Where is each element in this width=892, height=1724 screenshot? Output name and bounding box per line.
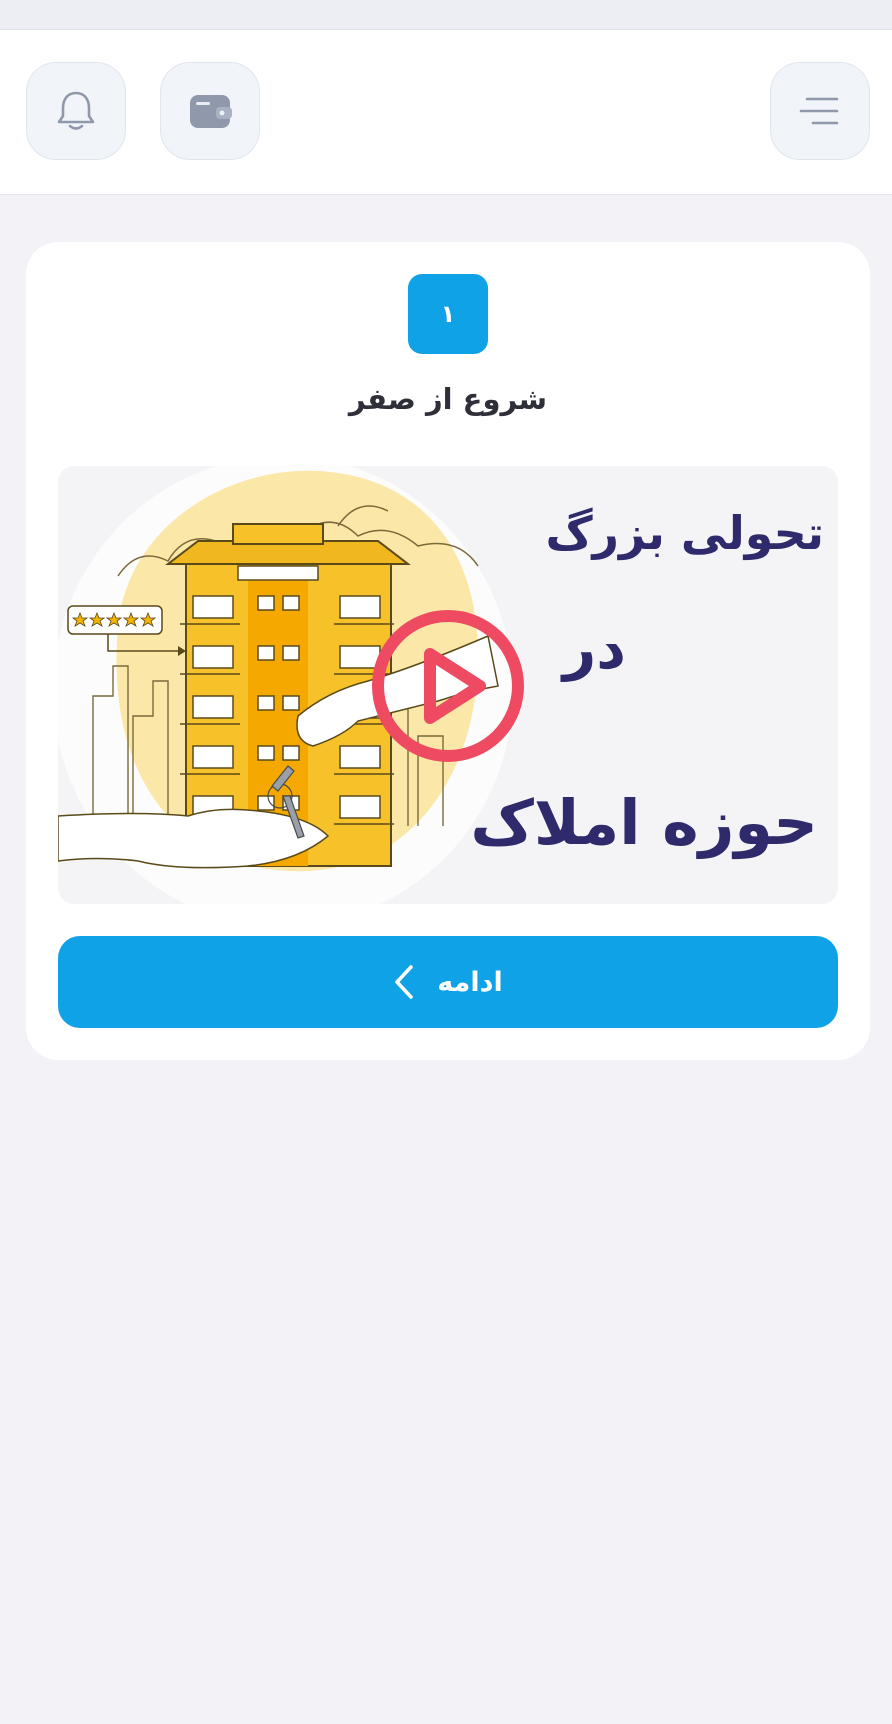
- step-title: شروع از صفر: [348, 382, 548, 416]
- play-icon: [372, 610, 524, 762]
- continue-button[interactable]: ادامه: [58, 936, 838, 1028]
- notifications-button[interactable]: [26, 62, 126, 160]
- wallet-icon: [190, 95, 232, 128]
- step-number-badge: ۱: [408, 274, 488, 354]
- top-app-bar: [0, 30, 892, 195]
- wallet-button[interactable]: [160, 62, 260, 160]
- video-headline-line-3: حوزه املاک: [470, 786, 818, 859]
- status-strip: [0, 0, 892, 30]
- continue-button-label: ادامه: [437, 966, 503, 998]
- bell-icon: [57, 91, 95, 130]
- chevron-left-icon: [395, 965, 414, 999]
- lesson-card: ۱ شروع از صفر تحولی بزرگ در حوزه املاک ا…: [26, 242, 870, 1060]
- video-headline-line-2: در: [562, 614, 626, 682]
- video-headline-line-1: تحولی بزرگ: [545, 506, 824, 560]
- menu-button[interactable]: [770, 62, 870, 160]
- menu-icon: [799, 97, 839, 125]
- video-thumbnail[interactable]: تحولی بزرگ در حوزه املاک: [58, 466, 838, 904]
